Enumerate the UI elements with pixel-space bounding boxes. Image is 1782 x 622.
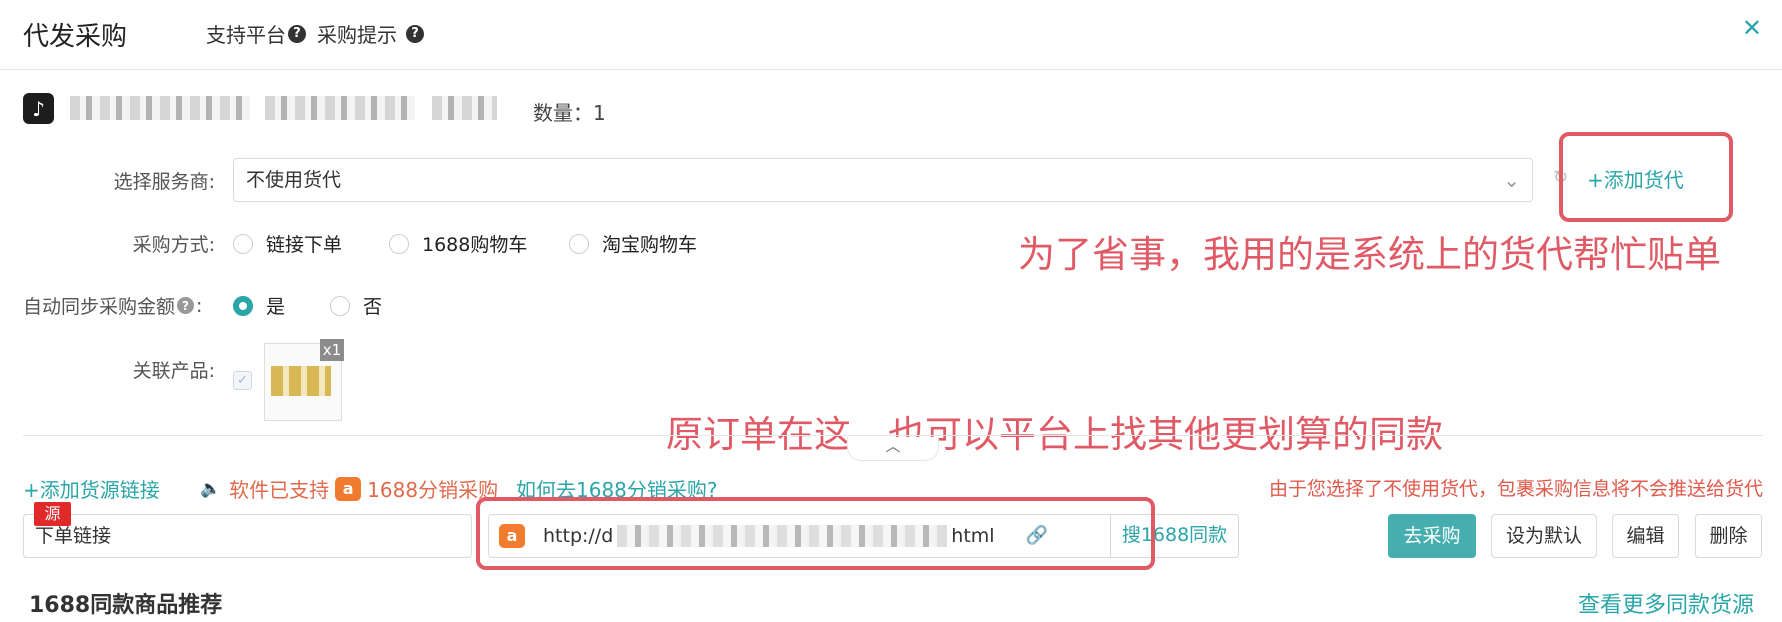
tab-label: 支持平台	[206, 23, 286, 47]
radio-button[interactable]	[389, 233, 409, 254]
auto-sync-label: 自动同步采购金额 ? :	[23, 292, 202, 319]
service-provider-label: 选择服务商:	[113, 171, 215, 193]
speaker-icon: 🔈	[200, 478, 222, 499]
radio-button[interactable]	[330, 295, 350, 316]
method-radio-taobao-cart[interactable]: 淘宝购物车	[569, 230, 697, 257]
close-icon[interactable]: ✕	[1742, 14, 1762, 42]
help-icon[interactable]: ?	[406, 24, 424, 43]
field-value: 下单链接	[35, 525, 112, 547]
blurred-product-name	[265, 96, 415, 120]
go-purchase-button[interactable]: 去采购	[1388, 514, 1476, 558]
collapse-toggle[interactable]: ︿	[847, 437, 939, 461]
annotation-box	[476, 497, 1155, 570]
radio-label: 淘宝购物车	[602, 234, 698, 256]
edit-button[interactable]: 编辑	[1612, 514, 1679, 558]
add-source-link-button[interactable]: +添加货源链接	[23, 474, 160, 503]
view-more-link[interactable]: 查看更多同款货源	[1578, 587, 1754, 619]
radio-label: 链接下单	[266, 234, 343, 256]
annotation-box	[1559, 132, 1733, 222]
tiktok-icon: ♪	[23, 93, 54, 124]
annotation-text-top: 为了省事，我用的是系统上的货代帮忙贴单	[1018, 233, 1721, 276]
tab-supported-platforms[interactable]: 支持平台 ?	[206, 19, 308, 48]
radio-label: 是	[266, 296, 286, 318]
tab-purchase-tips[interactable]: 采购提示 ?	[317, 19, 426, 48]
auto-sync-radio-no[interactable]: 否	[330, 292, 382, 319]
order-link-label-field[interactable]: 下单链接	[23, 514, 472, 558]
radio-label: 否	[363, 296, 383, 318]
support-text: 软件已支持	[229, 478, 330, 502]
quantity-badge: x1	[320, 339, 344, 361]
source-badge: 源	[34, 502, 71, 526]
dialog-title: 代发采购	[23, 22, 128, 52]
divider	[23, 435, 1763, 436]
radio-button[interactable]	[233, 233, 253, 254]
1688-icon: a	[335, 476, 362, 501]
radio-label: 1688购物车	[422, 234, 528, 256]
help-icon[interactable]: ?	[288, 24, 306, 43]
radio-button-selected[interactable]	[233, 295, 253, 316]
recommend-title: 1688同款商品推荐	[29, 593, 223, 618]
blurred-product-name	[432, 96, 497, 120]
method-radio-link[interactable]: 链接下单	[233, 230, 342, 257]
blurred-product-name	[70, 96, 250, 120]
radio-button[interactable]	[569, 233, 589, 254]
method-radio-1688-cart[interactable]: 1688购物车	[389, 230, 527, 257]
help-icon[interactable]: ?	[177, 297, 195, 314]
forwarder-notice: 由于您选择了不使用货代，包裹采购信息将不会推送给货代	[1268, 478, 1763, 500]
service-provider-select[interactable]: 不使用货代 ⌄	[233, 158, 1533, 202]
related-product-checkbox[interactable]: ✓	[233, 371, 252, 390]
support-notice: 🔈 软件已支持 a 1688分销采购	[200, 474, 498, 503]
purchase-method-label: 采购方式:	[132, 234, 215, 256]
select-value: 不使用货代	[246, 169, 342, 191]
chevron-down-icon: ⌄	[1503, 168, 1520, 192]
auto-sync-text: 自动同步采购金额	[23, 296, 176, 318]
related-product-label: 关联产品:	[132, 360, 215, 382]
annotation-text-middle: 原订单在这，也可以平台上找其他更划算的同款	[666, 413, 1443, 456]
set-default-button[interactable]: 设为默认	[1491, 514, 1597, 558]
delete-button[interactable]: 删除	[1695, 514, 1762, 558]
tab-label: 采购提示	[317, 23, 397, 47]
quantity-label: 数量：1	[533, 101, 606, 125]
auto-sync-radio-yes[interactable]: 是	[233, 292, 285, 319]
